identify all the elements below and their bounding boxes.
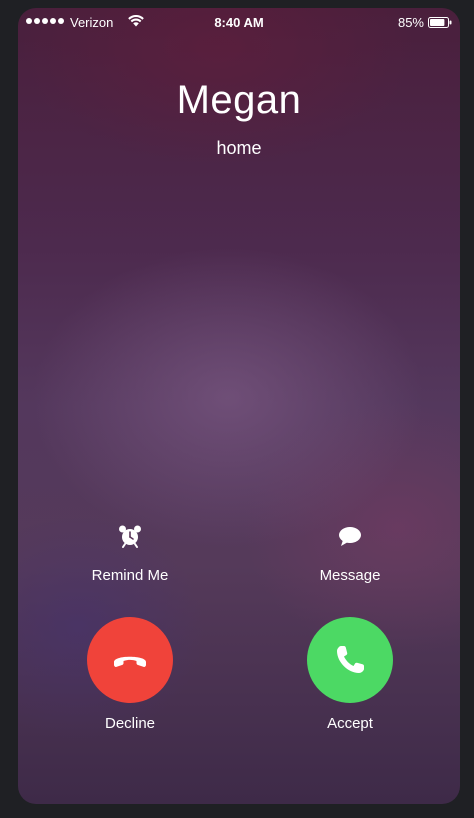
speech-bubble-icon — [339, 527, 361, 546]
device-frame: Verizon 8:40 AM 85% Megan home Remind Me… — [0, 0, 474, 818]
remind-me-label: Remind Me — [91, 567, 169, 584]
remind-me-button[interactable]: Remind Me — [60, 523, 200, 584]
caller-name: Megan — [176, 78, 302, 122]
accept-button[interactable]: Accept — [280, 617, 420, 732]
battery-percentage: 85% — [397, 15, 424, 30]
decline-label: Decline — [104, 715, 156, 732]
accept-label: Accept — [327, 715, 373, 732]
accept-circle[interactable] — [307, 617, 393, 703]
battery-icon — [428, 17, 452, 28]
status-bar: Verizon 8:40 AM 85% — [18, 8, 460, 36]
incoming-call-screen: Verizon 8:40 AM 85% Megan home Remind Me… — [18, 8, 460, 804]
message-label: Message — [319, 567, 381, 584]
alarm-clock-icon — [119, 525, 141, 548]
decline-button[interactable]: Decline — [60, 617, 200, 732]
message-button[interactable]: Message — [280, 523, 420, 584]
decline-circle[interactable] — [87, 617, 173, 703]
status-time: 8:40 AM — [214, 15, 264, 30]
phone-icon — [337, 646, 364, 673]
caller-number-label: home — [216, 138, 262, 158]
hang-up-icon — [114, 656, 146, 667]
